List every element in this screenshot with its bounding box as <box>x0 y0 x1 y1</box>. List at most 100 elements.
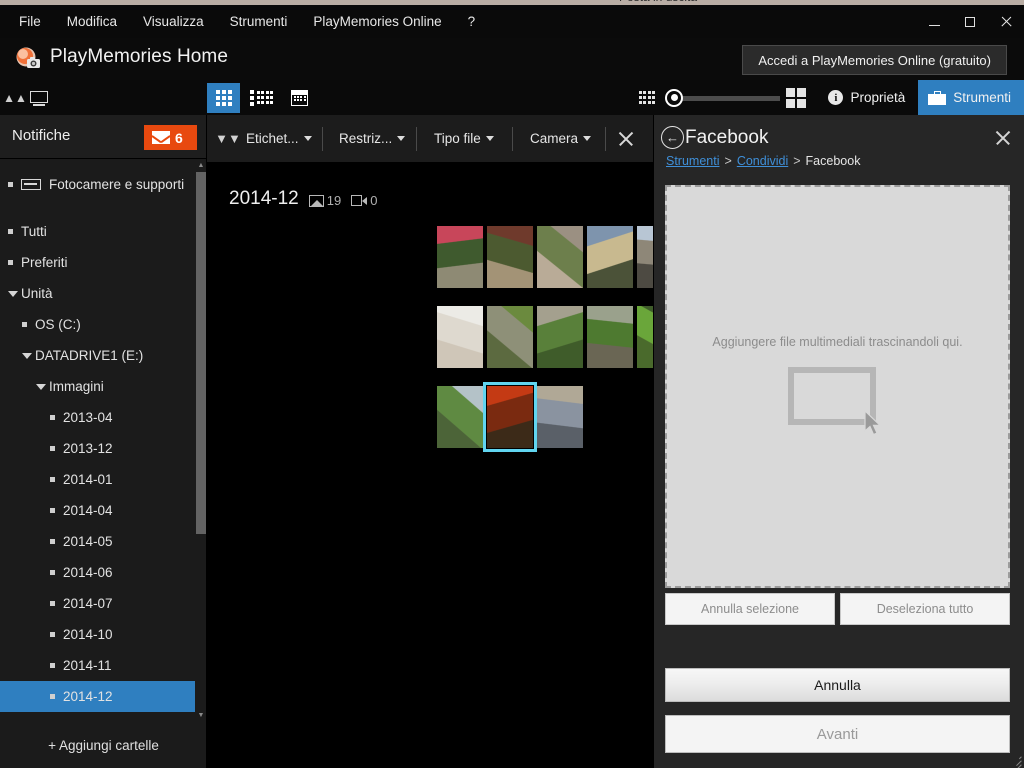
menu-visualizza[interactable]: Visualizza <box>130 5 217 38</box>
view-calendar[interactable] <box>283 83 316 113</box>
thumbnail-item[interactable] <box>635 222 654 292</box>
menu-playmemories-online[interactable]: PlayMemories Online <box>300 5 454 38</box>
sidebar-item-2014-07[interactable]: 2014-07 <box>0 588 196 619</box>
sidebar-item-label: 2014-10 <box>63 627 113 642</box>
add-folders-button[interactable]: + Aggiungi cartelle <box>0 722 207 768</box>
share-panel: ← Facebook Strumenti > Condividi > Faceb… <box>654 115 1024 768</box>
chevron-up-icon[interactable]: ▲▲ <box>3 87 27 109</box>
thumbnail-item[interactable] <box>535 222 585 292</box>
large-thumbnail-icon[interactable] <box>786 87 807 108</box>
sidebar-item-2013-04[interactable]: 2013-04 <box>0 402 196 433</box>
thumbnail-item[interactable] <box>535 302 585 372</box>
sidebar-item-label: DATADRIVE1 (E:) <box>35 348 144 363</box>
caret-down-icon <box>397 136 406 141</box>
grid-view-icon <box>215 89 232 106</box>
sidebar-item-2014-04[interactable]: 2014-04 <box>0 495 196 526</box>
menu-help[interactable]: ? <box>455 5 489 38</box>
thumbnail-item[interactable] <box>435 302 485 372</box>
minimize-button[interactable] <box>916 5 952 38</box>
caret-down-icon <box>303 136 312 141</box>
sidebar-item-label: 2014-11 <box>63 658 112 673</box>
filter-file-type[interactable]: Tipo file <box>429 127 499 150</box>
cancel-selection-button[interactable]: Annulla selezione <box>665 593 835 625</box>
menu-modifica[interactable]: Modifica <box>54 5 130 38</box>
caret-down-icon <box>485 136 494 141</box>
sidebar-item-tutti[interactable]: Tutti <box>0 216 196 247</box>
signin-playmemories-button[interactable]: Accedi a PlayMemories Online (gratuito) <box>742 45 1007 75</box>
sidebar-item-immagini[interactable]: Immagini <box>0 371 196 402</box>
sidebar-item-fotocamere-e-supporti[interactable]: Fotocamere e supporti <box>0 169 196 200</box>
breadcrumb-strumenti[interactable]: Strumenti <box>666 154 720 168</box>
dropzone-instructions: Aggiungere file multimediali trascinando… <box>712 334 963 349</box>
sidebar-item-2014-12[interactable]: 2014-12 <box>0 681 196 712</box>
sidebar-item-datadrive1-e[interactable]: DATADRIVE1 (E:) <box>0 340 196 371</box>
filter-restrictions[interactable]: Restriz... <box>334 127 410 150</box>
monitor-icon[interactable] <box>29 90 49 106</box>
list-view-icon <box>249 89 274 106</box>
thumbnail-size-slider[interactable] <box>665 88 781 107</box>
menu-strumenti[interactable]: Strumenti <box>217 5 301 38</box>
bullet-icon <box>50 446 55 451</box>
thumbnail-image <box>537 226 583 288</box>
view-grid[interactable] <box>207 82 240 113</box>
tools-button[interactable]: Strumenti <box>918 80 1024 115</box>
notifications-count: 6 <box>175 129 183 146</box>
sidebar-item-preferiti[interactable]: Preferiti <box>0 247 196 278</box>
small-thumbnail-icon[interactable] <box>638 91 656 104</box>
thumbnail-item[interactable] <box>485 302 535 372</box>
thumbnail-item[interactable] <box>585 222 635 292</box>
clear-filters-icon[interactable] <box>614 127 638 151</box>
sidebar-item-2014-11[interactable]: 2014-11 <box>0 650 196 681</box>
tools-label: Strumenti <box>953 90 1011 105</box>
toolbar-right-group: i Proprietà Strumenti <box>638 80 1024 115</box>
close-icon[interactable] <box>992 127 1014 149</box>
notifications-header: Notifiche 6 <box>0 115 207 159</box>
thumbnail-image <box>437 306 483 368</box>
view-list[interactable] <box>245 83 278 113</box>
scroll-thumb-vertical[interactable] <box>196 172 206 534</box>
thumbnail-item[interactable] <box>435 222 485 292</box>
filter-restrictions-text: Restriz... <box>339 131 393 146</box>
chevron-down-icon[interactable]: ▼▼ <box>215 127 241 149</box>
sidebar-item-2014-05[interactable]: 2014-05 <box>0 526 196 557</box>
left-sidebar: Notifiche 6 Fotocamere e supporti Tutti Pr… <box>0 115 207 768</box>
share-panel-title: Facebook <box>685 127 769 148</box>
thumbnail-item[interactable] <box>535 382 585 452</box>
notifications-badge[interactable]: 6 <box>144 125 197 150</box>
sidebar-item-2014-01[interactable]: 2014-01 <box>0 464 196 495</box>
sidebar-item-unit[interactable]: Unità <box>0 278 196 309</box>
bullet-icon <box>50 570 55 575</box>
resize-grip-icon[interactable] <box>1010 754 1022 768</box>
slider-knob[interactable] <box>665 88 684 107</box>
maximize-button[interactable] <box>952 5 988 38</box>
media-dropzone[interactable]: Aggiungere file multimediali trascinando… <box>665 185 1010 588</box>
filter-camera[interactable]: Camera <box>525 127 596 150</box>
filter-labels[interactable]: Etichet... <box>241 127 317 150</box>
sidebar-item-2014-10[interactable]: 2014-10 <box>0 619 196 650</box>
sidebar-item-label: 2013-12 <box>63 441 113 456</box>
close-button[interactable] <box>988 5 1024 38</box>
cancel-button[interactable]: Annulla <box>665 668 1010 702</box>
sidebar-item-os-c[interactable]: OS (C:) <box>0 309 196 340</box>
sidebar-item-2014-06[interactable]: 2014-06 <box>0 557 196 588</box>
menu-file[interactable]: File <box>6 5 54 38</box>
thumbnail-item[interactable] <box>485 222 535 292</box>
thumbnail-grid <box>435 222 654 462</box>
thumbnail-item[interactable] <box>435 382 485 452</box>
sidebar-item-label: 2013-04 <box>63 410 113 425</box>
sidebar-item-2013-12[interactable]: 2013-12 <box>0 433 196 464</box>
breadcrumb-condividi[interactable]: Condividi <box>737 154 788 168</box>
bullet-icon <box>22 322 27 327</box>
deselect-all-button[interactable]: Deseleziona tutto <box>840 593 1010 625</box>
thumbnail-item[interactable] <box>585 302 635 372</box>
next-button[interactable]: Avanti <box>665 715 1010 753</box>
thumbnail-item[interactable] <box>635 302 654 372</box>
sidebar-item-label: 2014-05 <box>63 534 113 549</box>
thumbnail-item[interactable] <box>483 382 537 452</box>
filter-divider <box>322 127 323 151</box>
back-arrow-icon[interactable]: ← <box>661 126 684 149</box>
thumbnail-content-area: 2014-12 19 0 <box>207 162 654 768</box>
properties-button[interactable]: i Proprietà <box>818 80 918 115</box>
thumbnail-image <box>637 306 654 368</box>
